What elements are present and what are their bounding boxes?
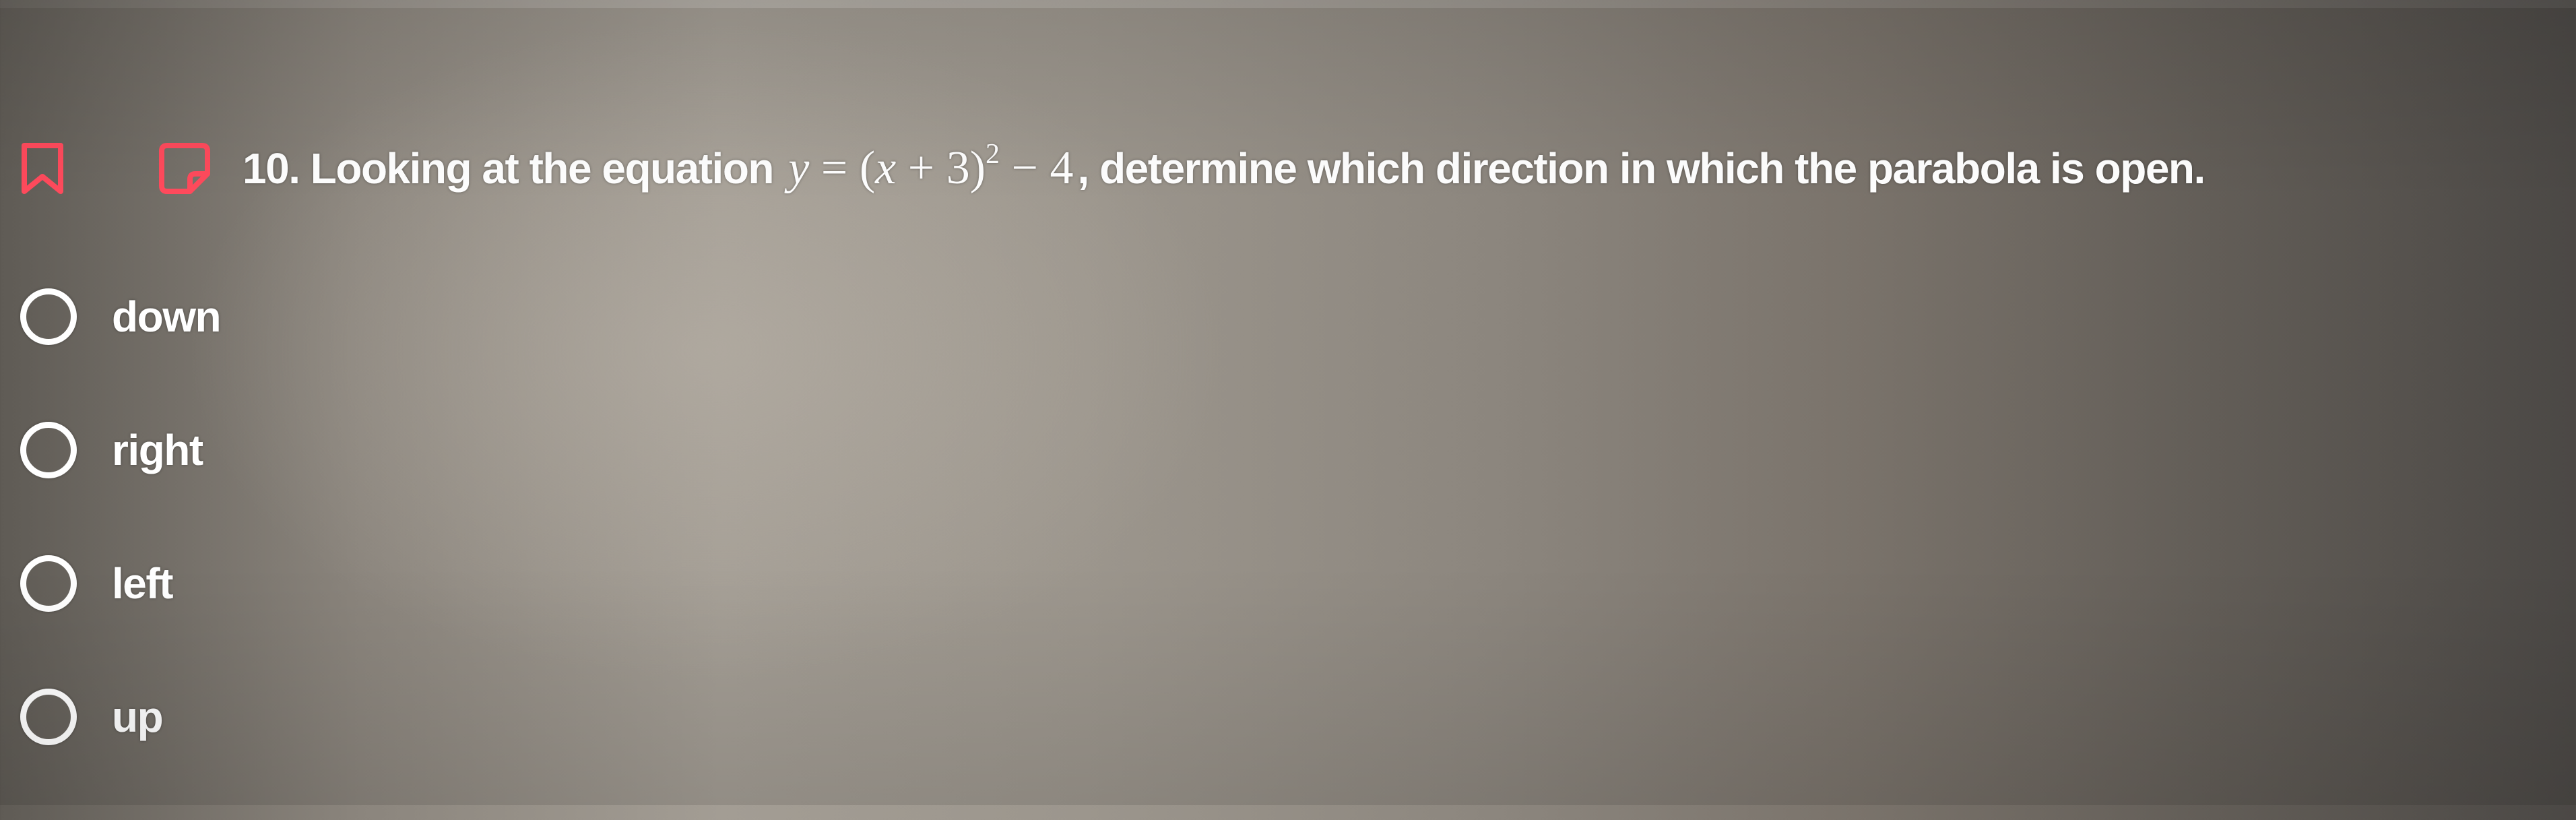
radio-button[interactable] — [20, 689, 77, 745]
option-down[interactable]: down — [20, 286, 222, 347]
equation-minus-four: − 4 — [1000, 142, 1074, 194]
question-row: 10. Looking at the equation y = (x + 3)2… — [20, 135, 2205, 202]
question-text: 10. Looking at the equation y = (x + 3)2… — [243, 138, 2206, 195]
screen-shading — [0, 0, 2576, 805]
option-label: up — [112, 693, 164, 741]
note-icon[interactable] — [158, 141, 212, 195]
radio-button[interactable] — [20, 555, 77, 612]
bookmark-icon[interactable] — [20, 141, 65, 195]
equation-exponent: 2 — [986, 138, 1000, 170]
radio-button[interactable] — [20, 422, 77, 478]
option-up[interactable]: up — [20, 687, 220, 747]
option-left[interactable]: left — [20, 553, 220, 614]
option-label: right — [112, 426, 203, 474]
equation-x: x — [875, 142, 897, 194]
equation-equals: = ( — [809, 142, 876, 194]
option-right[interactable]: right — [20, 420, 220, 480]
answer-options: down right left up — [20, 286, 222, 820]
top-edge-band — [0, 0, 2576, 8]
question-prefix: 10. Looking at the equation — [243, 144, 775, 193]
option-label: left — [112, 559, 174, 608]
equation-plus-three: + 3) — [896, 142, 986, 194]
radio-button[interactable] — [20, 288, 77, 345]
question-equation: y = (x + 3)2 − 4 — [788, 138, 1074, 194]
question-suffix: , determine which direction in which the… — [1077, 144, 2206, 193]
option-label: down — [112, 292, 222, 341]
equation-y: y — [788, 142, 810, 194]
